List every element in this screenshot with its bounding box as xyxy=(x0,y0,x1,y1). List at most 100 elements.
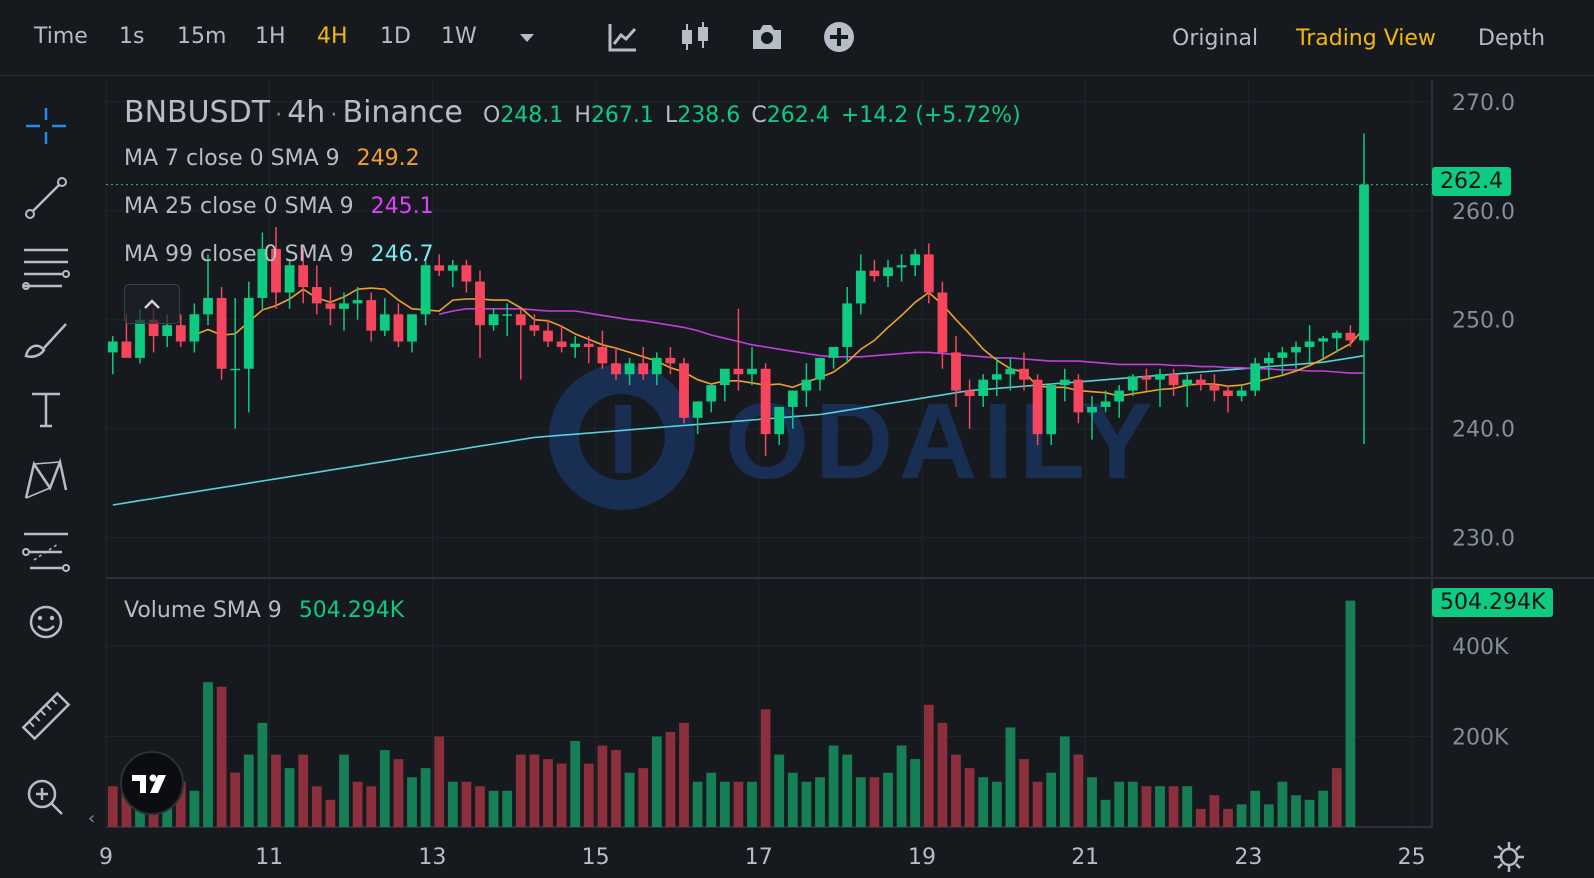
volume-bar xyxy=(910,759,921,827)
candle-body xyxy=(1209,385,1220,391)
candle-body xyxy=(352,300,363,304)
settings-icon[interactable] xyxy=(1492,840,1526,874)
candle-body xyxy=(407,314,417,342)
candle-body xyxy=(1277,352,1288,358)
candle-body xyxy=(189,314,200,342)
volume-label: Volume SMA 9 xyxy=(124,598,282,623)
volume-bar xyxy=(733,781,744,827)
candle xyxy=(937,281,948,369)
candle-body xyxy=(570,343,581,347)
exchange-name: Binance xyxy=(342,95,463,130)
volume-bar xyxy=(923,704,934,827)
candle-body xyxy=(1331,332,1342,339)
candle-body xyxy=(611,363,621,375)
candle xyxy=(543,319,553,347)
candle xyxy=(447,259,458,288)
volume-bar xyxy=(651,736,662,827)
volume-bar xyxy=(991,781,1002,827)
candle-body xyxy=(203,297,213,315)
candle-body xyxy=(230,368,241,371)
candle-body xyxy=(760,368,771,435)
candle xyxy=(1318,336,1329,358)
candle-body xyxy=(162,325,173,337)
candle xyxy=(366,292,377,342)
time-tick-label: 19 xyxy=(908,845,936,870)
candle-body xyxy=(1019,368,1029,380)
volume-bar xyxy=(1005,727,1016,827)
candle-body xyxy=(1195,379,1206,386)
candle-body xyxy=(434,265,445,271)
ma7-label: MA 7 close 0 SMA 9 xyxy=(124,146,340,171)
legend-collapse-button[interactable] xyxy=(124,284,180,324)
price-chart[interactable]: ODAILY 270.0260.0250.0240.0230.0400K200K… xyxy=(0,0,1594,878)
tradingview-logo[interactable] xyxy=(120,751,184,815)
candle-body xyxy=(991,374,1002,380)
candle-body xyxy=(311,287,322,304)
open-value: 248.1 xyxy=(500,103,564,128)
volume-bar xyxy=(842,754,853,827)
candle-body xyxy=(951,352,961,391)
candle-body xyxy=(665,357,676,364)
candle xyxy=(1236,385,1247,402)
current-volume-tag: 504.294K xyxy=(1432,588,1554,617)
candle xyxy=(896,254,907,282)
candle xyxy=(1209,374,1220,402)
price-tick-label: 240.0 xyxy=(1452,418,1515,443)
high-label: H xyxy=(574,103,591,128)
volume-legend: Volume SMA 9 504.294K xyxy=(124,598,404,623)
volume-value: 504.294K xyxy=(298,598,405,623)
candle-body xyxy=(461,265,472,282)
close-value: 262.4 xyxy=(766,103,830,128)
ma25-value: 245.1 xyxy=(370,194,434,219)
candle xyxy=(1359,133,1369,444)
candle-body xyxy=(923,254,934,293)
candle xyxy=(679,357,689,424)
candle-body xyxy=(1236,390,1247,397)
candle-body xyxy=(624,363,635,375)
candle-body xyxy=(855,270,866,304)
volume-bar xyxy=(855,777,866,827)
ma25-legend: MA 25 close 0 SMA 9 245.1 xyxy=(124,194,434,219)
candle-body xyxy=(515,314,526,326)
candle-body xyxy=(964,390,975,397)
candle-body xyxy=(869,270,880,277)
volume-bar xyxy=(1019,759,1029,827)
candle xyxy=(311,265,322,315)
candle xyxy=(107,336,118,375)
volume-bar xyxy=(1277,781,1288,827)
volume-bar xyxy=(366,786,377,827)
candle xyxy=(271,227,281,309)
volume-bar xyxy=(1263,804,1274,827)
time-tick-label: 21 xyxy=(1071,845,1099,870)
volume-bar xyxy=(801,781,812,827)
candle-body xyxy=(1182,379,1193,386)
candle-body xyxy=(475,281,485,326)
candle-body xyxy=(1087,406,1097,413)
volume-bar xyxy=(1291,795,1301,827)
volume-bar xyxy=(339,754,349,827)
volume-bar xyxy=(760,709,771,827)
candle-body xyxy=(828,346,839,358)
candle-body xyxy=(556,341,567,347)
candle-body xyxy=(1032,379,1043,435)
volume-bar xyxy=(692,781,703,827)
candle-body xyxy=(774,406,785,435)
volume-bar xyxy=(1304,799,1315,827)
tradingview-logo-icon xyxy=(132,774,166,793)
volume-bar xyxy=(611,750,621,827)
candle-body xyxy=(1046,385,1057,435)
ma99-label: MA 99 close 0 SMA 9 xyxy=(124,242,354,267)
time-tick-label: 13 xyxy=(418,845,446,870)
volume-bar xyxy=(815,777,825,827)
candle-body xyxy=(937,292,948,353)
volume-bar xyxy=(1182,786,1193,827)
change-value: +14.2 (+5.72%) xyxy=(840,103,1021,128)
candle-body xyxy=(1168,374,1179,386)
candle-body xyxy=(638,363,649,375)
volume-bar xyxy=(1046,772,1057,827)
candle xyxy=(461,259,472,293)
candle-body xyxy=(910,254,921,266)
interval-label: 4h xyxy=(287,95,326,130)
volume-bar xyxy=(1195,808,1206,827)
volume-bar xyxy=(461,781,472,827)
